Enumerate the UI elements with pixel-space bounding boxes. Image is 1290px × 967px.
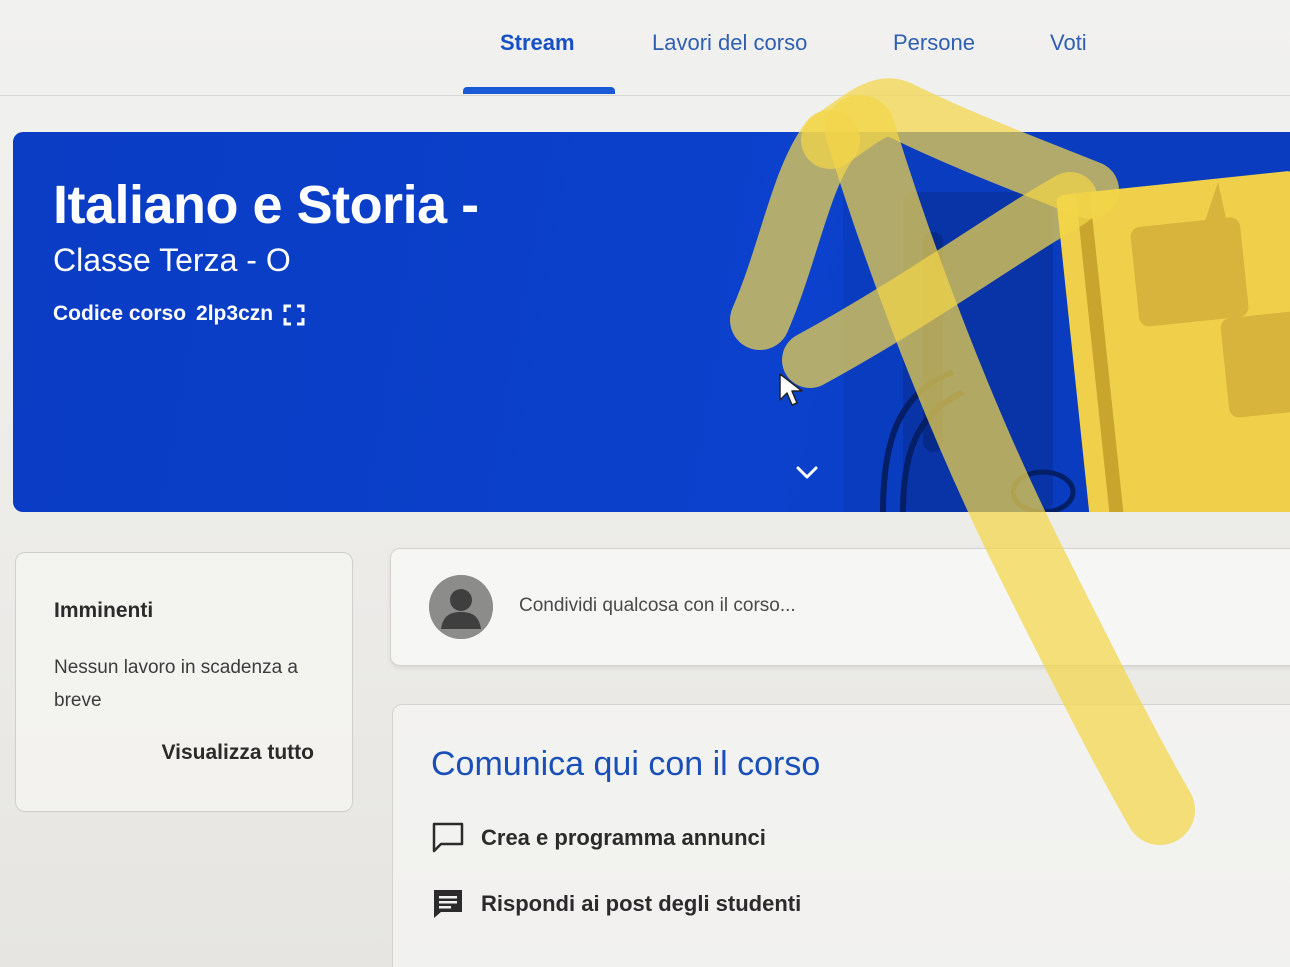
course-banner: Italiano e Storia - Classe Terza - O Cod… (13, 132, 1290, 512)
active-tab-indicator (463, 87, 615, 94)
view-all-link[interactable]: Visualizza tutto (162, 741, 314, 765)
mouse-cursor-icon (779, 373, 803, 406)
share-box[interactable]: Condividi qualcosa con il corso... (390, 548, 1290, 666)
avatar (429, 575, 493, 639)
communicate-item-label: Rispondi ai post degli studenti (481, 891, 802, 916)
course-section: Classe Terza - O (53, 242, 291, 278)
banner-illustration (843, 132, 1290, 512)
fullscreen-icon[interactable] (283, 304, 305, 326)
tab-stream[interactable]: Stream (500, 30, 575, 56)
user-avatar-icon (429, 575, 493, 639)
tab-persone[interactable]: Persone (893, 30, 975, 56)
communicate-card: Comunica qui con il corso Crea e program… (392, 704, 1290, 967)
announcement-icon (432, 822, 464, 853)
tab-lavori-del-corso[interactable]: Lavori del corso (652, 30, 807, 56)
communicate-item-announcements: Crea e programma annunci (431, 821, 766, 855)
upcoming-title: Imminenti (54, 599, 154, 622)
chevron-down-icon[interactable] (793, 458, 821, 486)
course-code: Codice corso 2lp3czn (53, 302, 305, 326)
page: Stream Lavori del corso Persone Voti Ita… (0, 0, 1290, 967)
comment-icon (434, 890, 462, 918)
communicate-item-replies: Rispondi ai post degli studenti (431, 887, 801, 921)
upcoming-card: Imminenti Nessun lavoro in scadenza a br… (15, 552, 353, 812)
course-code-value: 2lp3czn (196, 302, 274, 325)
course-title: Italiano e Storia - (53, 175, 479, 235)
upcoming-empty-text: Nessun lavoro in scadenza a breve (54, 657, 298, 711)
share-input[interactable]: Condividi qualcosa con il corso... (519, 595, 796, 617)
top-tab-bar: Stream Lavori del corso Persone Voti (0, 0, 1290, 96)
tab-voti[interactable]: Voti (1050, 30, 1087, 56)
course-code-label: Codice corso (53, 302, 187, 325)
communicate-item-label: Crea e programma annunci (481, 825, 766, 850)
communicate-title: Comunica qui con il corso (431, 745, 821, 783)
